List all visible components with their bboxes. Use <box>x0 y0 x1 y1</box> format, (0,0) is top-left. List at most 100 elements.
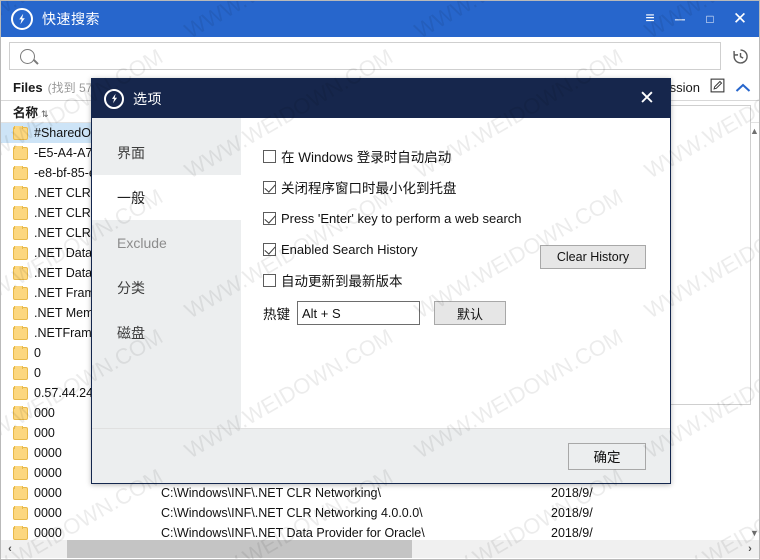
close-icon[interactable]: ✕ <box>725 1 755 37</box>
cell-path: C:\Windows\INF\.NET CLR Networking 4.0.0… <box>161 506 423 520</box>
hotkey-default-button[interactable]: 默认 <box>434 301 506 325</box>
dialog-nav-item-3[interactable]: 分类 <box>92 265 241 310</box>
dialog-nav-item-label: 一般 <box>117 189 145 206</box>
checkbox-4[interactable] <box>263 273 276 287</box>
ok-button[interactable]: 确定 <box>568 442 646 470</box>
dialog-nav-item-1[interactable]: 一般 <box>92 175 241 220</box>
folder-icon <box>13 346 28 360</box>
table-row[interactable]: 0000 C:\Windows\INF\.NET Data Provider fo… <box>1 523 759 541</box>
search-bar <box>1 37 759 75</box>
option-label-4: 自动更新到最新版本 <box>281 274 403 289</box>
option-row-1[interactable]: 关闭程序窗口时最小化到托盘 <box>263 175 670 199</box>
folder-icon <box>13 406 28 420</box>
folder-icon <box>13 326 28 340</box>
hotkey-input[interactable] <box>297 301 420 325</box>
files-count: (找到 57 <box>47 81 93 95</box>
cell-name-label: -E5-A4-A7- <box>34 146 97 160</box>
horizontal-scrollbar[interactable]: ‹ › <box>1 540 759 558</box>
dialog-footer: 确定 <box>92 428 670 483</box>
folder-icon <box>13 506 28 520</box>
option-row-0[interactable]: 在 Windows 登录时自动启动 <box>263 144 670 168</box>
folder-icon <box>13 366 28 380</box>
dialog-nav-item-label: 分类 <box>117 279 145 296</box>
checkbox-3[interactable] <box>263 242 276 256</box>
options-list: 在 Windows 登录时自动启动 关闭程序窗口时最小化到托盘 Press 'Ent… <box>263 144 670 292</box>
window-controls: ≡ ─ □ ✕ <box>635 1 755 37</box>
sort-indicator-icon: ⇅ <box>41 109 49 119</box>
hscroll-track[interactable] <box>19 540 741 558</box>
cell-date: 2018/9/ <box>551 486 593 500</box>
maximize-icon[interactable]: □ <box>695 1 725 37</box>
option-label-0: 在 Windows 登录时自动启动 <box>281 150 452 165</box>
column-header-name-label: 名称 <box>13 106 39 120</box>
hscroll-right-icon[interactable]: › <box>741 540 759 558</box>
cell-name-label: #SharedOb <box>34 126 98 140</box>
checkbox-1[interactable] <box>263 180 276 194</box>
search-input[interactable] <box>43 47 714 65</box>
dialog-logo-icon <box>104 88 124 109</box>
history-icon[interactable] <box>727 43 753 69</box>
dialog-title: 选项 <box>133 90 162 107</box>
hscroll-left-icon[interactable]: ‹ <box>1 540 19 558</box>
option-row-2[interactable]: Press 'Enter' key to perform a web searc… <box>263 206 670 230</box>
hscroll-thumb[interactable] <box>67 540 412 558</box>
dialog-nav-item-0[interactable]: 界面 <box>92 130 241 175</box>
dialog-nav-item-2[interactable]: Exclude <box>92 220 241 265</box>
folder-icon <box>13 166 28 180</box>
clear-history-button[interactable]: Clear History <box>540 245 646 269</box>
cell-name-label: 0.57.44.24 <box>34 386 94 400</box>
folder-icon <box>13 186 28 200</box>
files-header-right: ession <box>662 78 751 97</box>
cell-name: 0000 <box>1 486 161 500</box>
folder-icon <box>13 526 28 540</box>
scroll-down-icon[interactable]: ▼ <box>748 525 759 541</box>
dialog-nav-item-4[interactable]: 磁盘 <box>92 310 241 355</box>
edit-icon[interactable] <box>710 78 725 97</box>
checkbox-0[interactable] <box>263 149 276 163</box>
folder-icon <box>13 306 28 320</box>
cell-name-label: 0000 <box>34 446 62 460</box>
table-row[interactable]: 0000 C:\Windows\INF\.NET CLR Networking\ 2… <box>1 483 759 503</box>
chevron-up-icon[interactable] <box>735 80 751 96</box>
option-label-2: Press 'Enter' key to perform a web searc… <box>281 210 522 226</box>
cell-date: 2018/9/ <box>551 506 593 520</box>
dialog-nav-item-label: Exclude <box>117 234 167 251</box>
folder-icon <box>13 226 28 240</box>
cell-name-label: 0 <box>34 366 41 380</box>
option-label-3: Enabled Search History <box>281 241 418 257</box>
option-row-4[interactable]: 自动更新到最新版本 <box>263 268 670 292</box>
option-label-1: 关闭程序窗口时最小化到托盘 <box>281 181 457 196</box>
folder-icon <box>13 486 28 500</box>
search-box[interactable] <box>9 42 721 70</box>
cell-name-label: 0000 <box>34 486 62 500</box>
dialog-titlebar: 选项 ✕ <box>92 79 670 118</box>
minimize-icon[interactable]: ─ <box>665 1 695 37</box>
cell-name-label: 0000 <box>34 526 62 540</box>
cell-path: C:\Windows\INF\.NET CLR Networking\ <box>161 486 381 500</box>
folder-icon <box>13 446 28 460</box>
search-icon <box>20 48 35 64</box>
dialog-nav: 界面一般 Exclude 分类磁盘 <box>92 118 241 428</box>
folder-icon <box>13 246 28 260</box>
options-dialog: 选项 ✕ 界面一般 Exclude 分类磁盘 在 Windows 登录时自动启动 关闭… <box>91 78 671 484</box>
table-row[interactable]: 0000 C:\Windows\INF\.NET CLR Networking 4… <box>1 503 759 523</box>
menu-icon[interactable]: ≡ <box>635 1 665 37</box>
cell-name-label: -e8-bf-85-e <box>34 166 96 180</box>
folder-icon <box>13 146 28 160</box>
folder-icon <box>13 206 28 220</box>
cell-name-label: 0 <box>34 346 41 360</box>
dialog-nav-item-label: 磁盘 <box>117 324 145 341</box>
dialog-close-icon[interactable]: ✕ <box>636 88 658 110</box>
main-titlebar: 快速搜索 ≡ ─ □ ✕ <box>1 1 759 37</box>
checkbox-2[interactable] <box>263 211 276 225</box>
app-title: 快速搜索 <box>42 11 100 27</box>
folder-icon <box>13 386 28 400</box>
hotkey-label: 热键 <box>263 307 290 322</box>
app-window: 快速搜索 ≡ ─ □ ✕ Files (找到 57 ession 名称 ⇅ #S… <box>0 0 760 560</box>
cell-name-label: 0000 <box>34 466 62 480</box>
folder-icon <box>13 426 28 440</box>
folder-icon <box>13 266 28 280</box>
app-logo-icon <box>11 8 33 30</box>
folder-icon <box>13 126 28 140</box>
cell-name-label: 0000 <box>34 506 62 520</box>
